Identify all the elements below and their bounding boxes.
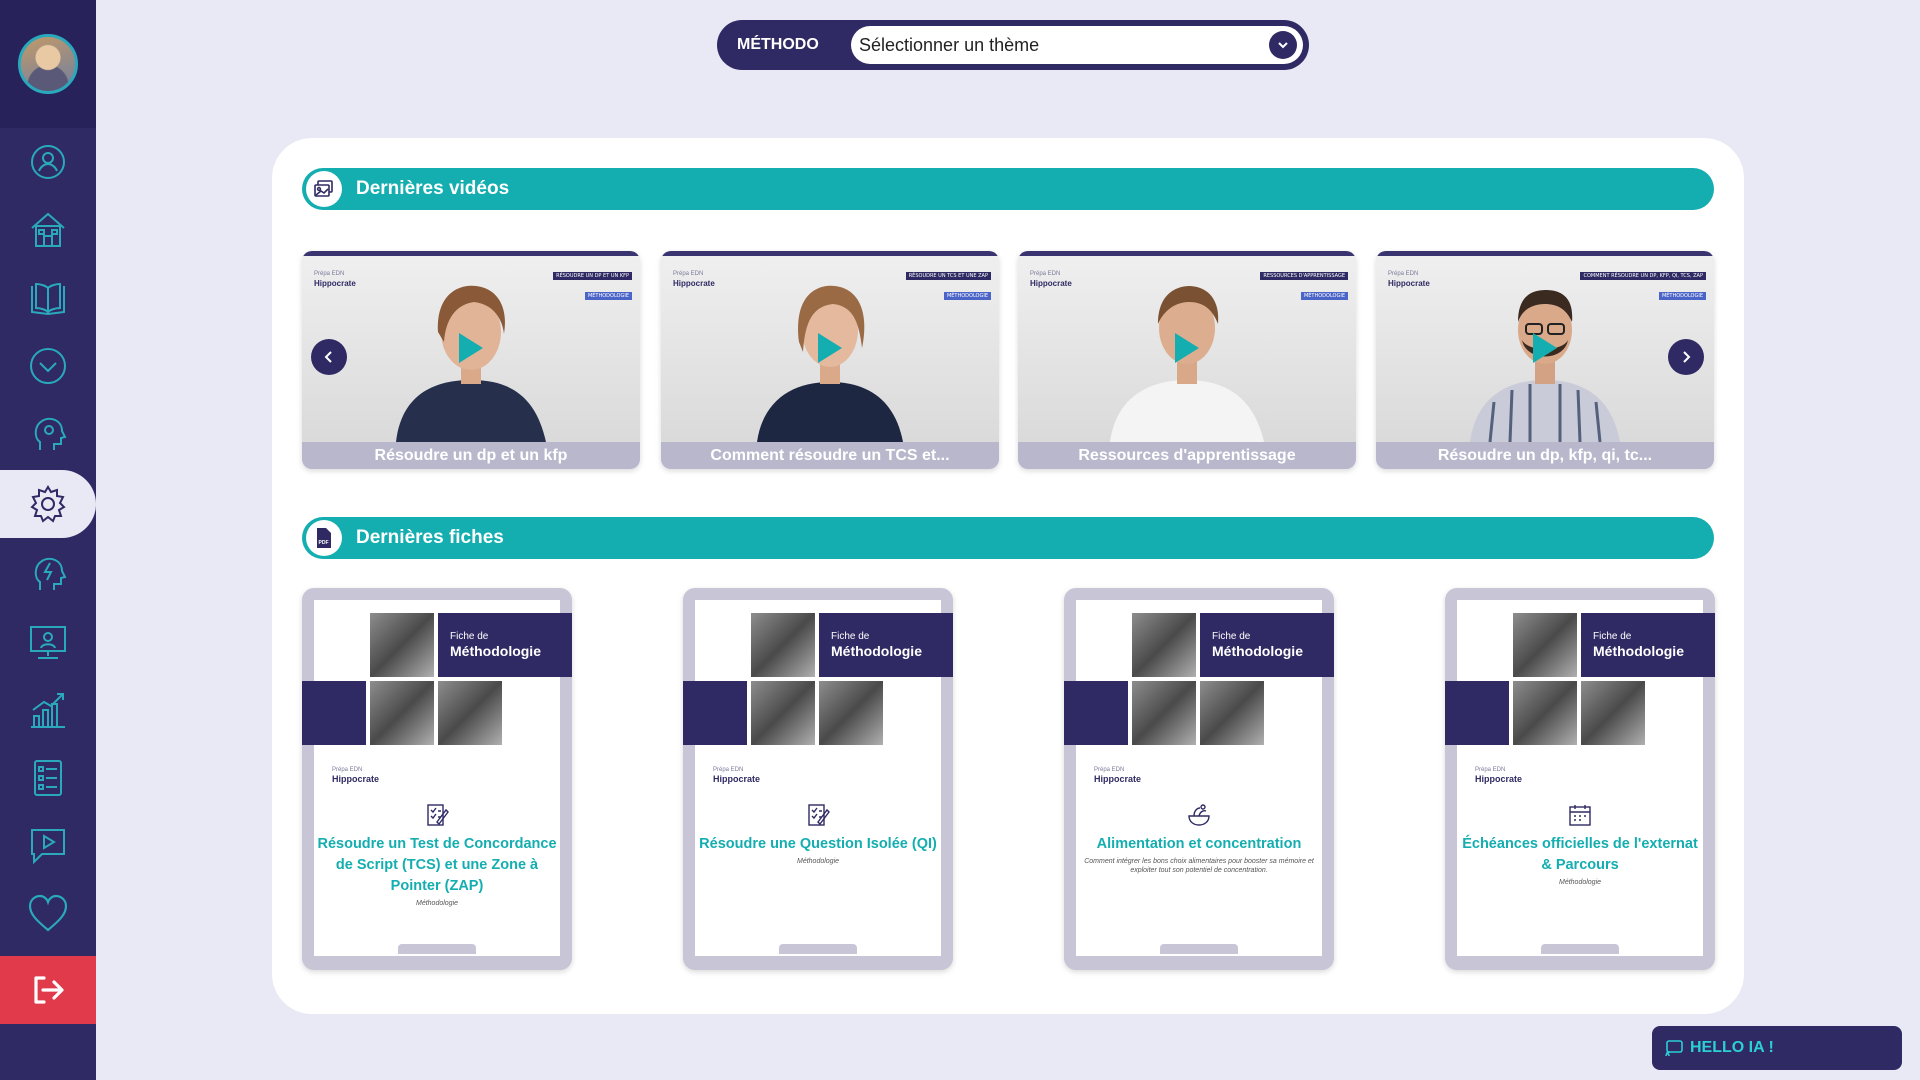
fiche-tab <box>398 944 476 954</box>
fiche-tab <box>1541 944 1619 954</box>
brand-logo: Prépa EDN Hippocrate <box>1475 767 1523 784</box>
sidebar-profile <box>0 0 96 128</box>
avatar[interactable] <box>18 34 78 94</box>
sidebar-item-quick[interactable] <box>0 540 96 608</box>
sidebar-item-videos[interactable] <box>0 812 96 880</box>
head-lightning-icon <box>34 557 67 590</box>
heart-icon <box>28 894 68 932</box>
video-card[interactable]: Prépa EDN Hippocrate RÉSOUDRE UN DP ET UN… <box>302 251 640 469</box>
chat-cast-icon <box>1665 1040 1683 1057</box>
chevron-right-icon <box>1683 351 1691 363</box>
sidebar-item-methodo[interactable] <box>0 470 96 538</box>
video-caption: Résoudre un dp, kfp, qi, tc... <box>1376 442 1714 469</box>
brand-logo: Prépa EDN Hippocrate <box>1030 271 1072 288</box>
sidebar-item-classes[interactable] <box>0 608 96 676</box>
checklist-edit-icon <box>427 804 449 826</box>
fiche-title: Échéances officielles de l'externat & Pa… <box>1459 834 1701 887</box>
sidebar-item-stats[interactable] <box>0 676 96 744</box>
sidebar-item-profile[interactable] <box>0 128 96 196</box>
chevron-circle-icon <box>30 348 66 384</box>
sidebar-item-brain[interactable] <box>0 400 96 468</box>
theme-select[interactable]: Sélectionner un thème <box>851 26 1303 64</box>
section-title-videos: Dernières vidéos <box>356 178 510 199</box>
food-bowl-icon <box>1188 804 1210 826</box>
video-thumbnail: Prépa EDN Hippocrate COMMENT RÉSOUDRE UN … <box>1376 256 1714 442</box>
fiche-cover-mosaic: Fiche de Méthodologie <box>1445 613 1715 745</box>
svg-text:PDF: PDF <box>319 540 329 546</box>
book-icon <box>31 282 65 316</box>
presentation-icon <box>30 626 66 659</box>
video-chat-icon <box>31 829 65 865</box>
video-thumbnail: Prépa EDN Hippocrate RÉSOUDRE UN TCS ET U… <box>661 256 999 442</box>
brand-logo: Prépa EDN Hippocrate <box>332 767 380 784</box>
brand-logo: Prépa EDN Hippocrate <box>713 767 761 784</box>
category-selector: MÉTHODO Sélectionner un thème <box>717 20 1309 70</box>
sidebar-item-validation[interactable] <box>0 332 96 400</box>
brand-logo: Prépa EDN Hippocrate <box>314 271 356 288</box>
chevron-down-icon[interactable] <box>1269 31 1297 59</box>
content-panel: Dernières vidéos Prépa EDN Hippocrate RÉS… <box>272 138 1744 1014</box>
settings-icon <box>30 485 66 523</box>
fiche-title: Résoudre un Test de Concordance de Scrip… <box>317 836 557 907</box>
video-gallery-icon <box>306 171 342 207</box>
fiche-card[interactable]: Fiche de Méthodologie Prépa EDN Hippocrate… <box>302 588 572 970</box>
section-header-fiches: PDF Dernières fiches <box>302 517 1714 559</box>
fiche-cover-mosaic: Fiche de Méthodologie <box>683 613 953 745</box>
checklist-edit-icon <box>808 804 830 826</box>
chevron-left-icon <box>324 351 332 363</box>
head-gear-icon <box>34 417 67 450</box>
fiche-card[interactable]: Fiche de Méthodologie Prépa EDN Hippocrate… <box>1445 588 1715 970</box>
video-caption: Comment résoudre un TCS et... <box>661 442 999 469</box>
user-gear-icon <box>31 145 65 179</box>
fiche-cover-mosaic: Fiche de Méthodologie <box>1064 613 1334 745</box>
calendar-icon <box>1569 805 1591 826</box>
list-icon <box>34 760 62 796</box>
section-header-videos: Dernières vidéos <box>302 168 1714 210</box>
brand-logo: Prépa EDN Hippocrate <box>1094 767 1142 784</box>
section-title-fiches: Dernières fiches <box>356 527 504 548</box>
hello-ia-label: HELLO IA ! <box>1690 1039 1774 1056</box>
logout-button[interactable] <box>0 956 96 1024</box>
fiche-title: Résoudre une Question Isolée (QI) Méthodo… <box>697 834 939 866</box>
brand-logo: Prépa EDN Hippocrate <box>673 271 715 288</box>
stats-icon <box>31 693 65 728</box>
video-card[interactable]: Prépa EDN Hippocrate RÉSOUDRE UN TCS ET U… <box>661 251 999 469</box>
fiche-title: Alimentation et concentration Comment int… <box>1078 834 1320 875</box>
fiche-subtitle: Méthodologie <box>1558 879 1602 886</box>
brand-logo: Prépa EDN Hippocrate <box>1388 271 1430 288</box>
video-caption: Ressources d'apprentissage <box>1018 442 1356 469</box>
pdf-file-icon: PDF <box>306 520 342 556</box>
carousel-next-button[interactable] <box>1668 339 1704 375</box>
fiche-cover-mosaic: Fiche de Méthodologie <box>302 613 572 745</box>
fiche-subtitle: Méthodologie <box>415 900 459 907</box>
theme-select-value: Sélectionner un thème <box>859 34 1040 55</box>
category-label: MÉTHODO <box>737 36 819 53</box>
video-caption: Résoudre un dp et un kfp <box>302 442 640 469</box>
video-card[interactable]: Prépa EDN Hippocrate RESSOURCES D'APPRENT… <box>1018 251 1356 469</box>
sidebar-item-favorites[interactable] <box>0 880 96 948</box>
carousel-prev-button[interactable] <box>311 339 347 375</box>
sidebar-item-courses[interactable] <box>0 264 96 332</box>
home-icon <box>31 212 65 247</box>
video-card[interactable]: Prépa EDN Hippocrate COMMENT RÉSOUDRE UN … <box>1376 251 1714 469</box>
sidebar <box>0 0 96 1080</box>
fiche-subtitle: Méthodologie <box>796 858 840 865</box>
logout-icon <box>34 976 64 1004</box>
video-thumbnail: Prépa EDN Hippocrate RESSOURCES D'APPRENT… <box>1018 256 1356 442</box>
sidebar-item-home[interactable] <box>0 196 96 264</box>
play-icon[interactable] <box>1175 333 1199 363</box>
video-thumbnail: Prépa EDN Hippocrate RÉSOUDRE UN DP ET UN… <box>302 256 640 442</box>
play-icon[interactable] <box>818 333 842 363</box>
fiche-tab <box>779 944 857 954</box>
fiche-tab <box>1160 944 1238 954</box>
fiche-card[interactable]: Fiche de Méthodologie Prépa EDN Hippocrate… <box>683 588 953 970</box>
hello-ia-button[interactable]: HELLO IA ! <box>1652 1026 1902 1070</box>
play-icon[interactable] <box>1533 333 1557 363</box>
play-icon[interactable] <box>459 333 483 363</box>
sidebar-item-list[interactable] <box>0 744 96 812</box>
fiche-subtitle: Comment intégrer les bons choix alimenta… <box>1084 858 1314 874</box>
fiche-card[interactable]: Fiche de Méthodologie Prépa EDN Hippocrate… <box>1064 588 1334 970</box>
